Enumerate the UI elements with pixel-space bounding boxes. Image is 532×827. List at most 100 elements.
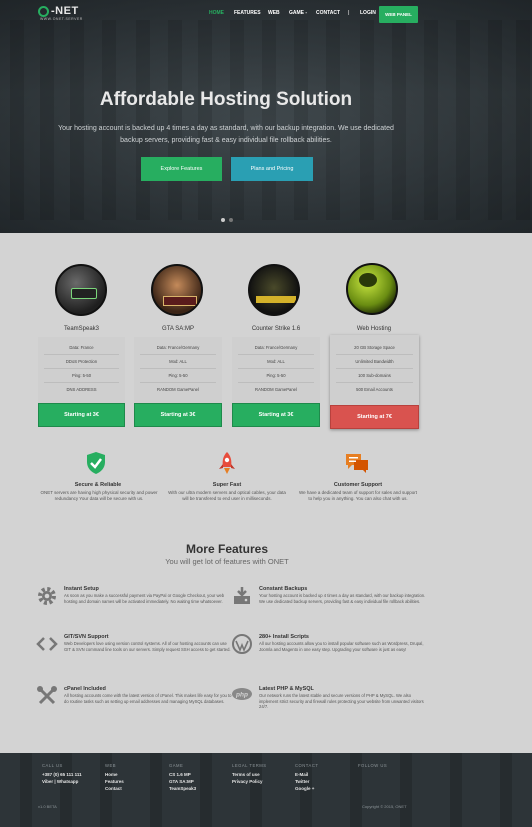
feature-desc: All our hosting accounts allow you to in… (259, 641, 424, 652)
benefit-desc: ONET servers are having high physical se… (40, 490, 158, 501)
feature-desc: As soon as you make a successful payment… (64, 593, 225, 604)
nav-web[interactable]: WEB (268, 10, 280, 16)
plan-feature: 500 Email Accounts (356, 387, 393, 392)
svg-text:php: php (235, 692, 248, 699)
php-icon: php (232, 688, 252, 700)
nav-home[interactable]: HOME (209, 10, 224, 16)
plan-feature: Ping: 5-50 (168, 373, 188, 378)
feature-desc: Web Developers love using version contro… (64, 641, 231, 652)
code-brackets-icon (36, 637, 58, 651)
feature-title: GIT/SVN Support (64, 634, 109, 640)
benefit-title: Secure & Reliable (74, 482, 122, 488)
logo-tagline: WWW.ONET.SERVER (40, 17, 83, 21)
teamspeak-icon (55, 264, 107, 316)
chat-icon (346, 454, 368, 473)
plan-name-web: Web Hosting (356, 326, 392, 332)
plan-feature: 20 GB Storage Space (354, 345, 395, 350)
footer-link-cs[interactable]: CS 1.6 MP (169, 772, 191, 777)
plan-feature: Data: France/Germany (254, 345, 298, 350)
footer-copyright: Copyright © 2015, ONET (362, 804, 407, 809)
gear-icon (38, 587, 56, 605)
plan-feature: Ping: 5-50 (266, 373, 286, 378)
footer-link-twitter[interactable]: Twitter (295, 779, 309, 784)
footer-head-follow: FOLLOW US (358, 763, 388, 768)
footer-head-game: GAME (169, 763, 184, 768)
plan-feature: Data: France/Germany (156, 345, 200, 350)
benefit-desc: With our ultra modern servers and optica… (168, 490, 286, 501)
footer-version: v1.0 BETA (38, 804, 57, 809)
nav-separator: | (348, 10, 350, 16)
plan-feature: Unlimited Bandwidth (355, 359, 394, 364)
order-teamspeak-button[interactable]: Starting at 3€ (38, 403, 125, 427)
footer-link-teamspeak[interactable]: TeamSpeak3 (169, 786, 196, 791)
nav-login[interactable]: LOGIN (360, 10, 376, 16)
plan-feature: Data: France (69, 345, 94, 350)
rocket-icon (219, 452, 235, 474)
plan-name-teamspeak: TeamSpeak3 (63, 326, 100, 332)
footer-head-legal: LEGAL TERMS (232, 763, 267, 768)
plan-feature: Ping: 5-50 (71, 373, 92, 378)
tools-icon (37, 686, 57, 705)
footer-link-email[interactable]: E-Mail (295, 772, 308, 777)
logo[interactable]: -NET WWW.ONET.SERVER (38, 5, 83, 21)
shield-check-icon (87, 452, 105, 474)
more-features-title: More Features (185, 542, 269, 556)
plan-feature: Mod: ALL (267, 359, 285, 364)
benefit-title: Super Fast (212, 482, 242, 488)
feature-desc: Our network runs the latest stable and s… (259, 693, 424, 710)
feature-title: Latest PHP & MySQL (259, 686, 314, 692)
nav-features[interactable]: FEATURES (234, 10, 261, 16)
web-panel-button[interactable]: WEB PANEL (379, 6, 418, 23)
plan-feature: DDoS Protection (65, 359, 98, 364)
slider-dot[interactable] (229, 218, 233, 222)
feature-title: cPanel Included (64, 686, 106, 692)
top-nav: -NET WWW.ONET.SERVER HOME FEATURES WEB G… (0, 0, 532, 28)
footer-link-gta[interactable]: GTA SA:MP (169, 779, 194, 784)
gta-samp-icon (151, 264, 203, 316)
slider-dot[interactable] (221, 218, 225, 222)
order-gta-button[interactable]: Starting at 3€ (134, 403, 222, 427)
plan-feature: RANDOM GamePanel (255, 387, 297, 392)
feature-title: 280+ Install Scripts (259, 634, 309, 640)
feature-desc: All hosting accounts come with the lates… (64, 693, 232, 704)
footer-link-contact[interactable]: Contact (105, 786, 122, 791)
plan-name-gta: GTA SA:MP (162, 326, 194, 332)
footer-link-privacy[interactable]: Privacy Policy (232, 779, 263, 784)
feature-title: Constant Backups (259, 586, 308, 592)
hero-description: Your hosting account is backed up 4 time… (58, 125, 394, 144)
plan-card-gta: Data: France/Germany Mod: ALL Ping: 5-50… (134, 337, 222, 427)
counter-strike-icon (248, 264, 300, 316)
footer-head-web: WEB (105, 763, 117, 768)
explore-features-button[interactable]: Explore Features (141, 157, 222, 181)
nav-game[interactable]: GAME - (289, 10, 307, 16)
footer: CALL US +387 (0) 65 111 111 Viber | What… (0, 753, 532, 827)
logo-text: -NET (51, 5, 79, 17)
footer-phone[interactable]: +387 (0) 65 111 111 (42, 772, 82, 777)
wordpress-icon (232, 634, 252, 654)
slider-dots (221, 218, 233, 222)
more-features-subtitle: You will get lot of features with ONET (165, 557, 289, 566)
plan-feature: Mod: ALL (169, 359, 187, 364)
feature-title: Instant Setup (64, 586, 99, 592)
footer-viber[interactable]: Viber | Whatsapp (42, 779, 78, 784)
feature-desc: Your hosting account is backed up 4 time… (259, 593, 426, 604)
order-web-button[interactable]: Starting at 7€ (330, 405, 419, 429)
footer-link-features[interactable]: Features (105, 779, 124, 784)
plan-feature: 100 Sub-domains (358, 373, 391, 378)
benefit-desc: We have a dedicated team of support for … (299, 490, 417, 501)
globe-icon (346, 263, 398, 315)
footer-link-terms[interactable]: Terms of use (232, 772, 260, 777)
plan-feature: RANDOM GamePanel (157, 387, 199, 392)
order-cs-button[interactable]: Starting at 3€ (232, 403, 320, 427)
backup-drive-icon (234, 587, 250, 604)
plan-card-cs: Data: France/Germany Mod: ALL Ping: 5-50… (232, 337, 320, 427)
plans-pricing-button[interactable]: Plans and Pricing (231, 157, 313, 181)
footer-link-google[interactable]: Google + (295, 786, 314, 791)
benefit-title: Customer Support (333, 482, 383, 488)
footer-link-home[interactable]: Home (105, 772, 118, 777)
hero-section: -NET WWW.ONET.SERVER HOME FEATURES WEB G… (0, 0, 532, 233)
nav-contact[interactable]: CONTACT (316, 10, 340, 16)
plan-name-cs: Counter Strike 1.6 (251, 326, 301, 332)
footer-head-contact: CONTACT (295, 763, 319, 768)
plan-card-web: 20 GB Storage Space Unlimited Bandwidth … (330, 335, 419, 429)
